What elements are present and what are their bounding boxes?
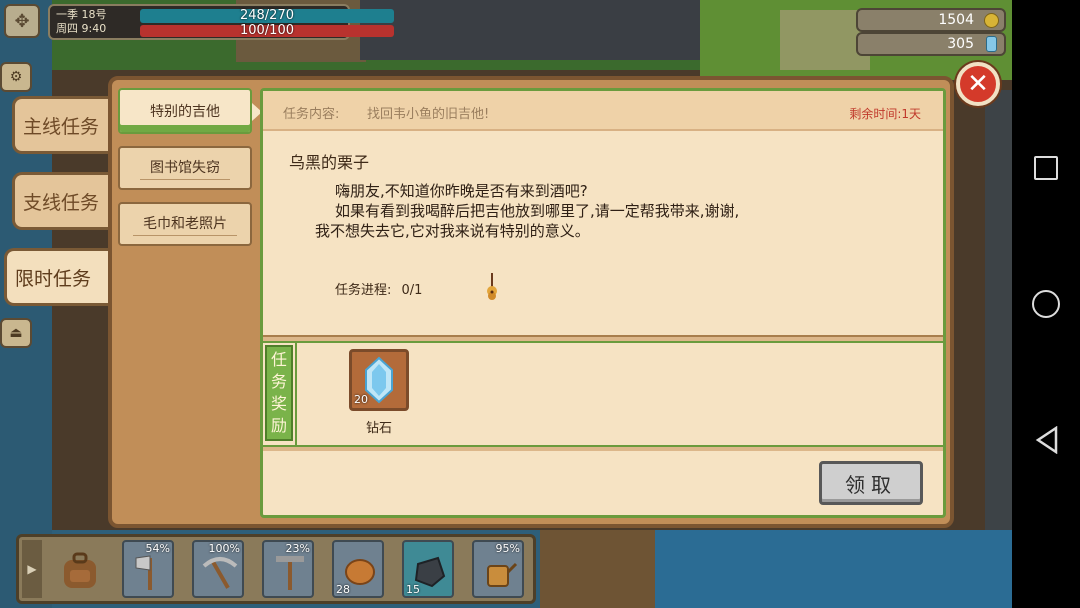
quest-item-library-theft[interactable]: 图书馆失窃 — [118, 146, 252, 190]
pickaxe-icon — [202, 557, 238, 589]
dialog-line: 我不想失去它,它对我来说有特别的意义。 — [315, 222, 590, 240]
hotbar-slot-ore[interactable]: 15 — [402, 540, 454, 598]
divider — [263, 445, 943, 451]
item-name: 钻石 — [365, 421, 392, 436]
season-day: 一季 18号 — [56, 8, 107, 21]
npc-dialog: 嗨朋友,不知道你昨晚是否有来到酒吧? 如果有看到我喝醉后把吉他放到哪里了,请一定… — [315, 181, 895, 241]
coin-amount: 1504 — [938, 12, 974, 28]
axe-icon — [135, 555, 152, 590]
hotbar-expand-button[interactable]: ▶ — [22, 540, 42, 598]
quest-header: 任务内容: 找回韦小鱼的旧吉他! 剩余时间:1天 — [263, 91, 943, 131]
tab-label: 限时任务 — [15, 267, 92, 290]
item-count: 28 — [336, 583, 350, 596]
eject-icon: ⏏ — [9, 325, 23, 341]
gem-icon — [986, 36, 997, 52]
quest-detail: 任务内容: 找回韦小鱼的旧吉他! 剩余时间:1天 乌黑的栗子 嗨朋友,不知道你昨… — [260, 88, 946, 518]
quest-item-label: 图书馆失窃 — [140, 157, 230, 180]
reward-tag: 任务奖励 — [265, 345, 293, 441]
energy-value: 248/270 — [239, 8, 294, 23]
tab-limited-quest[interactable]: 限时任务 — [4, 248, 112, 306]
recent-apps-button[interactable] — [1034, 156, 1058, 180]
gem-counter: 305 — [856, 32, 1006, 56]
menu-dpad-button[interactable]: ✥ — [4, 4, 40, 38]
tab-label: 主线任务 — [23, 115, 100, 138]
quest-item-label: 特别的吉他 — [150, 104, 220, 120]
backpack-icon — [64, 552, 96, 588]
close-button[interactable]: ✕ — [956, 62, 1000, 106]
tab-side-quest[interactable]: 支线任务 — [12, 172, 112, 230]
divider — [295, 343, 297, 445]
durability: 23% — [285, 542, 310, 555]
building-wall — [360, 0, 700, 60]
hotbar-slot-watering-can[interactable]: 95% — [472, 540, 524, 598]
durability: 54% — [145, 542, 170, 555]
durability: 100% — [208, 542, 240, 555]
gear-icon: ⚙ — [9, 69, 23, 85]
guitar-icon — [487, 273, 497, 300]
stone-wall — [985, 90, 1012, 530]
backpack-button[interactable] — [50, 540, 102, 598]
weekday-time: 周四 9:40 — [56, 22, 107, 35]
dpad-icon: ✥ — [14, 10, 30, 32]
settings-button[interactable]: ⚙ — [0, 62, 32, 92]
progress-value: 0/1 — [401, 283, 423, 298]
item-count: 20 — [354, 393, 368, 406]
hotbar-slot-pickaxe[interactable]: 100% — [192, 540, 244, 598]
quest-item-towel-photo[interactable]: 毛巾和老照片 — [118, 202, 252, 246]
progress-label: 任务进程: — [335, 283, 392, 298]
npc-name: 乌黑的栗子 — [289, 153, 370, 172]
divider — [263, 335, 943, 343]
reward-section: 任务奖励 20 钻石 — [263, 343, 943, 445]
dialog-line: 如果有看到我喝醉后把吉他放到哪里了,请一定帮我带来,谢谢, — [335, 202, 740, 220]
gem-amount: 305 — [947, 36, 974, 52]
home-button[interactable] — [1032, 290, 1060, 318]
status-panel: 一季 18号 周四 9:40 248/270 100/100 — [48, 4, 394, 40]
tab-label: 支线任务 — [23, 191, 100, 214]
arrow-right-icon: ▶ — [27, 562, 37, 576]
wooden-dock — [540, 530, 660, 608]
hotbar-slot-hoe[interactable]: 23% — [262, 540, 314, 598]
watering-can-icon — [487, 562, 518, 587]
time-remaining: 剩余时间:1天 — [849, 107, 921, 121]
coin-counter: 1504 — [856, 8, 1006, 32]
quest-item-label: 毛巾和老照片 — [133, 213, 237, 236]
reward-item-slot[interactable]: 20 — [349, 349, 409, 411]
hoe-icon — [276, 556, 304, 590]
durability: 95% — [495, 542, 520, 555]
back-button[interactable] — [1034, 426, 1060, 454]
content-label: 任务内容: — [283, 107, 340, 122]
claim-button[interactable]: 领取 — [819, 461, 923, 505]
date-display: 一季 18号 周四 9:40 — [56, 8, 116, 36]
tab-main-quest[interactable]: 主线任务 — [12, 96, 112, 154]
hotbar-slot-bread[interactable]: 28 — [332, 540, 384, 598]
hotbar-slot-axe[interactable]: 54% — [122, 540, 174, 598]
health-value: 100/100 — [239, 23, 294, 38]
quest-progress: 任务进程: 0/1 — [335, 279, 422, 298]
dialog-line: 嗨朋友,不知道你昨晚是否有来到酒吧? — [335, 182, 588, 200]
quest-item-special-guitar[interactable]: 特别的吉他 — [118, 88, 262, 134]
quest-description: 找回韦小鱼的旧吉他! — [367, 107, 490, 122]
scroll-up-button[interactable]: ⏏ — [0, 318, 32, 348]
item-count: 15 — [406, 583, 420, 596]
coin-icon — [984, 13, 999, 28]
water — [655, 530, 1012, 608]
close-icon: ✕ — [967, 69, 989, 99]
